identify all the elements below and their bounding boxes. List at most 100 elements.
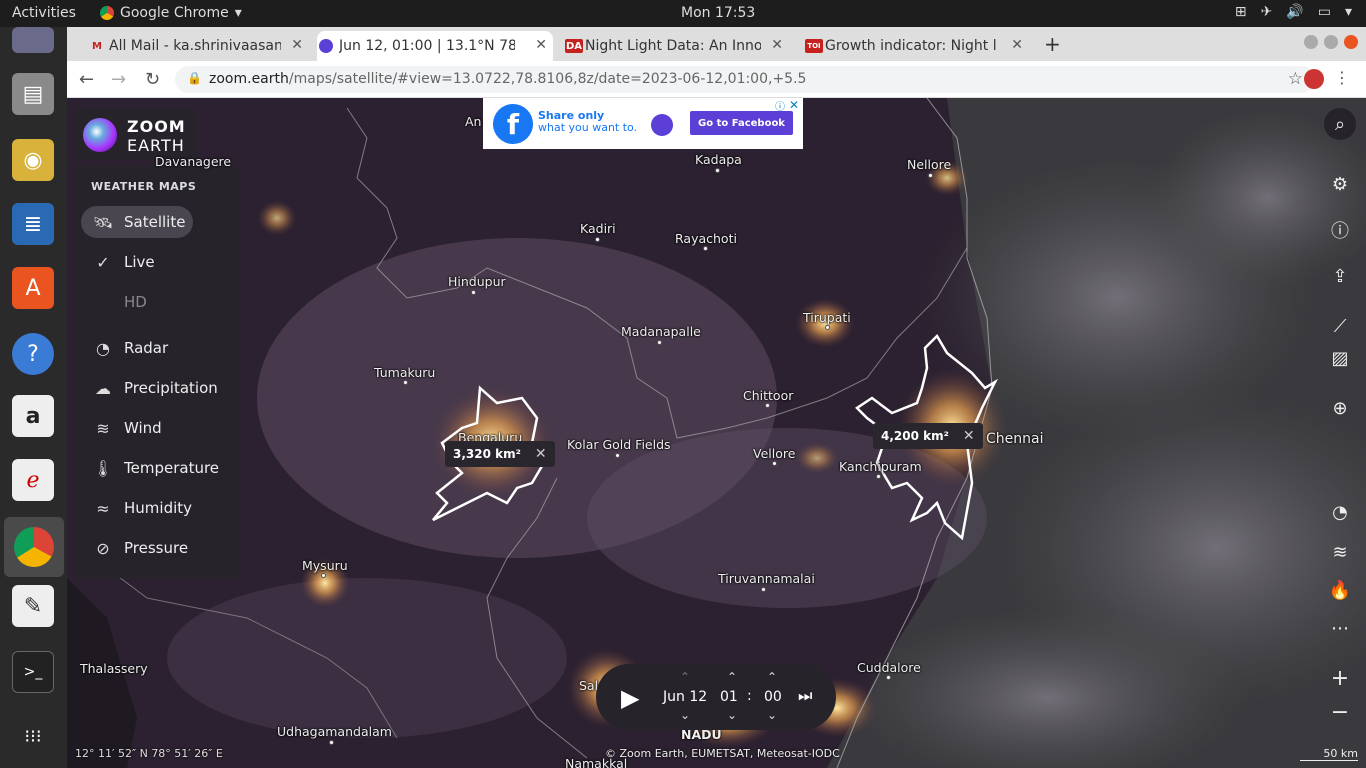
date-display[interactable]: Jun 12 xyxy=(663,689,707,705)
clock[interactable]: Mon 17:53 xyxy=(681,5,755,21)
app-red-icon[interactable]: ℯ xyxy=(12,459,54,501)
maximize-button[interactable] xyxy=(1324,35,1338,49)
menu-item-pressure[interactable]: ⊘ Pressure xyxy=(81,532,193,564)
window-controls xyxy=(1304,35,1358,49)
da-icon: DA xyxy=(565,39,583,53)
chevron-down-icon: ▾ xyxy=(1344,4,1352,20)
more-icon[interactable]: ⋯ xyxy=(1324,612,1356,644)
city-dot xyxy=(715,168,720,173)
menu-item-wind[interactable]: ≋ Wind xyxy=(81,412,193,444)
back-icon[interactable]: ← xyxy=(79,69,94,90)
city-dot xyxy=(765,403,770,408)
ad-info-icon[interactable]: ⓘ xyxy=(775,98,785,113)
show-apps-icon[interactable]: ⁝⁝⁝ xyxy=(12,715,54,757)
zoom-out-button[interactable]: − xyxy=(1324,696,1356,728)
app-menu-label: Google Chrome xyxy=(120,5,229,21)
city-label: Chennai xyxy=(986,431,1044,447)
help-icon[interactable]: ? xyxy=(12,333,54,375)
share-icon[interactable]: ⇪ xyxy=(1324,260,1356,292)
system-tray[interactable]: ⊞ ✈ 🔊 ▭ ▾ xyxy=(1235,4,1352,20)
ad-close-icon[interactable]: ✕ xyxy=(789,98,799,112)
minute-display[interactable]: 00 xyxy=(764,689,782,705)
city-label: Udhagamandalam xyxy=(277,724,392,739)
date-down-icon[interactable]: ⌄ xyxy=(680,708,690,722)
minute-up-icon[interactable]: ⌃ xyxy=(767,670,777,684)
close-icon[interactable]: ✕ xyxy=(291,37,303,53)
menu-item-radar[interactable]: ◔ Radar xyxy=(81,332,193,364)
ad-cta-button[interactable]: Go to Facebook xyxy=(690,111,793,135)
radar-overlay-icon[interactable]: ◔ xyxy=(1324,496,1356,528)
tab-gmail[interactable]: M All Mail - ka.shrinivaasan@ ✕ xyxy=(87,31,309,61)
dock: ▤ ◉ ≣ A ? a ℯ ✎ >_ ⁝⁝⁝ xyxy=(0,27,67,768)
url-field[interactable]: 🔒 zoom.earth/maps/satellite/#view=13.072… xyxy=(175,66,1315,93)
profile-avatar[interactable] xyxy=(1304,69,1324,89)
radar-icon: ◔ xyxy=(96,338,110,358)
minute-down-icon[interactable]: ⌄ xyxy=(767,708,777,722)
area-measurement-chennai[interactable]: 4,200 km² ✕ xyxy=(873,423,983,449)
city-label: Madanapalle xyxy=(621,324,701,339)
hour-up-icon[interactable]: ⌃ xyxy=(727,670,737,684)
new-tab-button[interactable]: + xyxy=(1044,32,1061,56)
menu-item-precipitation[interactable]: ☁ Precipitation xyxy=(81,372,231,404)
bookmark-star-icon[interactable]: ☆ xyxy=(1288,69,1303,89)
menu-item-humidity[interactable]: ≈ Humidity xyxy=(81,492,193,524)
tab-label: All Mail - ka.shrinivaasan@ xyxy=(109,38,281,54)
info-icon[interactable]: ⓘ xyxy=(1324,214,1356,246)
city-label: Kolar Gold Fields xyxy=(567,437,671,452)
city-label: Tumakuru xyxy=(374,365,436,380)
text-editor-icon[interactable]: ✎ xyxy=(12,585,54,627)
map-view[interactable]: ZOOM EARTH WEATHER MAPS 🛰 Satellite ✓ Li… xyxy=(67,98,1366,768)
city-label: Vellore xyxy=(753,446,796,461)
address-bar-row: ← → ↻ 🔒 zoom.earth/maps/satellite/#view=… xyxy=(67,61,1366,98)
search-icon[interactable]: ⌕ xyxy=(1324,108,1356,140)
menu-item-satellite[interactable]: 🛰 Satellite xyxy=(81,206,193,238)
files-icon[interactable]: ▤ xyxy=(12,73,54,115)
minimize-button[interactable] xyxy=(1304,35,1318,49)
tab-zoom-earth[interactable]: Jun 12, 01:00 | 13.1°N 78.8 ✕ xyxy=(317,31,553,61)
date-up-icon[interactable]: ⌃ xyxy=(680,670,690,684)
writer-icon[interactable]: ≣ xyxy=(12,203,54,245)
menu-item-hd[interactable]: HD xyxy=(81,286,193,318)
zoom-in-button[interactable]: + xyxy=(1324,662,1356,694)
zoom-earth-logo[interactable]: ZOOM EARTH xyxy=(73,108,196,160)
close-icon[interactable]: ✕ xyxy=(535,446,547,462)
close-icon[interactable]: ✕ xyxy=(1011,37,1023,53)
skip-to-end-icon[interactable]: ⏭ xyxy=(798,686,812,706)
close-window-button[interactable] xyxy=(1344,35,1358,49)
close-icon[interactable]: ✕ xyxy=(771,37,783,53)
lock-icon[interactable]: 🔒 xyxy=(187,71,202,85)
menu-item-temperature[interactable]: 🌡 Temperature xyxy=(81,452,231,484)
software-center-icon[interactable]: A xyxy=(12,267,54,309)
amazon-icon[interactable]: a xyxy=(12,395,54,437)
activities-button[interactable]: Activities xyxy=(12,5,76,21)
zoom-earth-icon xyxy=(319,39,333,53)
fire-icon[interactable]: 🔥 xyxy=(1324,574,1356,606)
app-menu[interactable]: Google Chrome ▾ xyxy=(100,5,242,21)
chrome-icon xyxy=(100,6,114,20)
rhythmbox-icon[interactable]: ◉ xyxy=(12,139,54,181)
reload-icon[interactable]: ↻ xyxy=(145,69,160,90)
hour-down-icon[interactable]: ⌄ xyxy=(727,708,737,722)
more-menu-icon[interactable]: ⋮ xyxy=(1334,68,1350,87)
close-icon[interactable]: ✕ xyxy=(535,37,547,53)
thunderbird-icon[interactable] xyxy=(12,27,54,53)
map-scale: 50 km xyxy=(1300,747,1358,761)
measure-area-icon[interactable]: ▨ xyxy=(1324,342,1356,374)
pressure-icon: ⊘ xyxy=(96,538,110,558)
facebook-ad-banner[interactable]: f Share only what you want to. Go to Fac… xyxy=(483,98,803,149)
hour-display[interactable]: 01 xyxy=(720,689,738,705)
close-icon[interactable]: ✕ xyxy=(963,428,975,444)
locate-icon[interactable]: ⊕ xyxy=(1324,392,1356,424)
measure-distance-icon[interactable]: ⟋ xyxy=(1324,310,1356,342)
area-measurement-bengaluru[interactable]: 3,320 km² ✕ xyxy=(445,441,555,467)
forward-icon[interactable]: → xyxy=(111,69,126,90)
play-button[interactable]: ▶ xyxy=(621,684,639,712)
menu-item-live[interactable]: ✓ Live xyxy=(81,246,193,278)
chrome-dock-icon[interactable] xyxy=(4,517,64,577)
tab-growth-indicator[interactable]: TOI Growth indicator: Night l ✕ xyxy=(803,31,1029,61)
gear-icon[interactable]: ⚙ xyxy=(1324,168,1356,200)
tab-night-light[interactable]: DA Night Light Data: An Inno ✕ xyxy=(563,31,789,61)
terminal-icon[interactable]: >_ xyxy=(12,651,54,693)
url-path: /maps/satellite/#view=13.0722,78.8106,8z… xyxy=(288,71,807,87)
wind-overlay-icon[interactable]: ≋ xyxy=(1324,536,1356,568)
